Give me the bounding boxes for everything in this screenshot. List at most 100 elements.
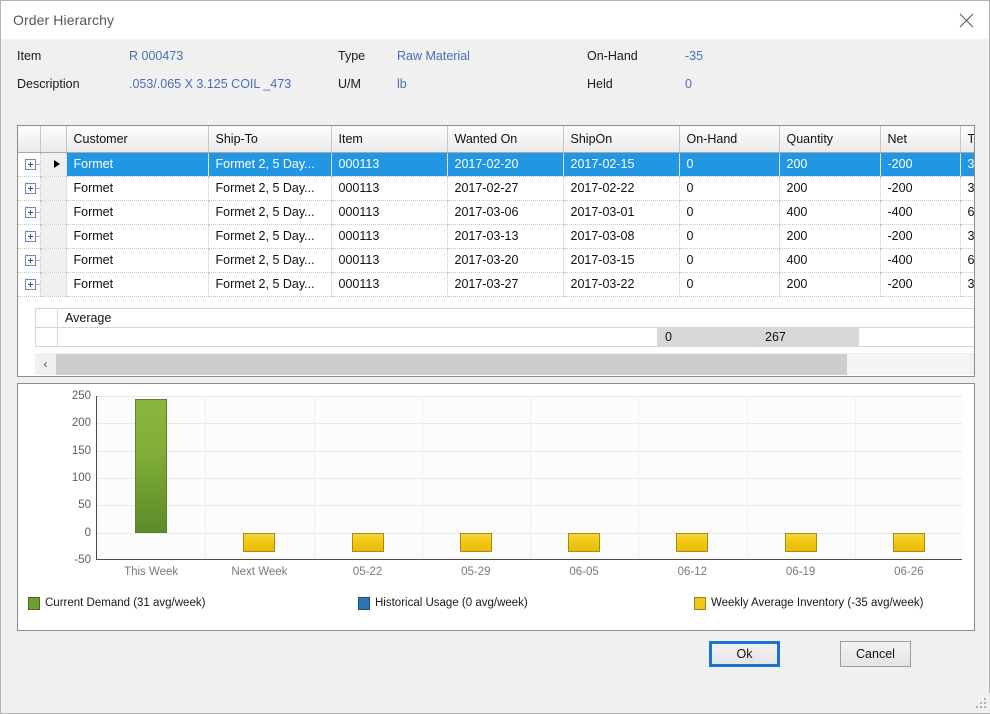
row-cell-shipon[interactable]: 2017-03-08 — [563, 224, 680, 249]
row-cell-ship-to[interactable]: Formet 2, 5 Day... — [208, 224, 332, 249]
row-cell-net[interactable]: -200 — [880, 272, 961, 297]
row-selector[interactable] — [40, 200, 67, 225]
plus-icon[interactable] — [25, 255, 36, 267]
table-row[interactable]: Formet Formet 2, 5 Day... 000113 2017-03-06… — [18, 200, 974, 225]
row-cell-customer[interactable]: Formet — [66, 200, 209, 225]
row-cell-ship-to[interactable]: Formet 2, 5 Day... — [208, 152, 332, 177]
row-cell-net[interactable]: -200 — [880, 224, 961, 249]
row-cell-shipon[interactable]: 2017-03-15 — [563, 248, 680, 273]
row-selector[interactable] — [40, 224, 67, 249]
row-cell-ship-to[interactable]: Formet 2, 5 Day... — [208, 176, 332, 201]
plus-icon[interactable] — [25, 279, 36, 291]
scroll-left-arrow-icon[interactable]: ‹ — [35, 353, 56, 375]
close-icon[interactable] — [943, 1, 989, 39]
row-cell-t[interactable]: 3 — [960, 176, 974, 201]
ok-button[interactable]: Ok — [709, 641, 780, 667]
row-cell-wanted-on[interactable]: 2017-03-13 — [447, 224, 564, 249]
row-cell-shipon[interactable]: 2017-03-22 — [563, 272, 680, 297]
row-selector[interactable] — [40, 176, 67, 201]
row-selector[interactable] — [40, 272, 67, 297]
grid-col-quantity[interactable]: Quantity — [779, 126, 881, 153]
row-cell-on-hand[interactable]: 0 — [679, 152, 780, 177]
row-cell-quantity[interactable]: 200 — [779, 152, 881, 177]
row-cell-t[interactable]: 6 — [960, 248, 974, 273]
grid-col-wanted-on[interactable]: Wanted On — [447, 126, 564, 153]
row-cell-item[interactable]: 000113 — [331, 224, 448, 249]
grid-col-shipon[interactable]: ShipOn — [563, 126, 680, 153]
row-cell-wanted-on[interactable]: 2017-02-27 — [447, 176, 564, 201]
scrollbar-track[interactable] — [56, 353, 970, 375]
row-cell-wanted-on[interactable]: 2017-02-20 — [447, 152, 564, 177]
plus-icon[interactable] — [25, 231, 36, 243]
grid-col-ship-to[interactable]: Ship-To — [208, 126, 332, 153]
plus-icon[interactable] — [25, 183, 36, 195]
row-cell-net[interactable]: -400 — [880, 200, 961, 225]
row-cell-wanted-on[interactable]: 2017-03-06 — [447, 200, 564, 225]
table-row[interactable]: Formet Formet 2, 5 Day... 000113 2017-02-27… — [18, 176, 974, 201]
row-cell-on-hand[interactable]: 0 — [679, 272, 780, 297]
row-expand-toggle[interactable] — [18, 224, 41, 249]
row-expand-toggle[interactable] — [18, 272, 41, 297]
grid-col-net[interactable]: Net — [880, 126, 961, 153]
grid-col-t[interactable]: T — [960, 126, 974, 153]
row-selector[interactable] — [40, 152, 67, 177]
scrollbar-thumb[interactable] — [56, 353, 847, 375]
scroll-right-arrow-icon[interactable]: › — [970, 353, 974, 375]
row-cell-on-hand[interactable]: 0 — [679, 224, 780, 249]
row-cell-customer[interactable]: Formet — [66, 272, 209, 297]
row-cell-ship-to[interactable]: Formet 2, 5 Day... — [208, 248, 332, 273]
row-expand-toggle[interactable] — [18, 152, 41, 177]
row-cell-quantity[interactable]: 400 — [779, 200, 881, 225]
table-row[interactable]: Formet Formet 2, 5 Day... 000113 2017-03-13… — [18, 224, 974, 249]
row-cell-shipon[interactable]: 2017-02-15 — [563, 152, 680, 177]
summary-label: Average — [56, 308, 974, 328]
row-cell-on-hand[interactable]: 0 — [679, 176, 780, 201]
row-expand-toggle[interactable] — [18, 248, 41, 273]
row-cell-net[interactable]: -200 — [880, 176, 961, 201]
row-cell-quantity[interactable]: 200 — [779, 272, 881, 297]
grid-horizontal-scrollbar[interactable]: ‹ › — [35, 353, 974, 375]
row-cell-quantity[interactable]: 400 — [779, 248, 881, 273]
row-cell-shipon[interactable]: 2017-03-01 — [563, 200, 680, 225]
row-cell-ship-to[interactable]: Formet 2, 5 Day... — [208, 200, 332, 225]
row-cell-customer[interactable]: Formet — [66, 152, 209, 177]
grid-col-customer[interactable]: Customer — [66, 126, 209, 153]
table-row[interactable]: Formet Formet 2, 5 Day... 000113 2017-03-20… — [18, 248, 974, 273]
row-cell-item[interactable]: 000113 — [331, 200, 448, 225]
grid-col-item[interactable]: Item — [331, 126, 448, 153]
row-cell-t[interactable]: 3 — [960, 272, 974, 297]
row-cell-item[interactable]: 000113 — [331, 272, 448, 297]
table-row[interactable]: Formet Formet 2, 5 Day... 000113 2017-02-20… — [18, 152, 974, 177]
row-cell-item[interactable]: 000113 — [331, 176, 448, 201]
row-expand-toggle[interactable] — [18, 176, 41, 201]
plus-icon[interactable] — [25, 159, 36, 171]
row-cell-item[interactable]: 000113 — [331, 152, 448, 177]
row-cell-wanted-on[interactable]: 2017-03-27 — [447, 272, 564, 297]
cancel-button[interactable]: Cancel — [840, 641, 911, 667]
row-cell-wanted-on[interactable]: 2017-03-20 — [447, 248, 564, 273]
row-cell-item[interactable]: 000113 — [331, 248, 448, 273]
row-cell-on-hand[interactable]: 0 — [679, 248, 780, 273]
row-cell-customer[interactable]: Formet — [66, 176, 209, 201]
row-cell-net[interactable]: -200 — [880, 152, 961, 177]
order-grid[interactable]: Customer Ship-To Item Wanted On ShipOn O… — [17, 125, 975, 377]
row-cell-shipon[interactable]: 2017-02-22 — [563, 176, 680, 201]
grid-col-on-hand[interactable]: On-Hand — [679, 126, 780, 153]
row-cell-t[interactable]: 3 — [960, 152, 974, 177]
row-cell-quantity[interactable]: 200 — [779, 224, 881, 249]
row-cell-net[interactable]: -400 — [880, 248, 961, 273]
plus-icon[interactable] — [25, 207, 36, 219]
table-row[interactable]: Formet Formet 2, 5 Day... 000113 2017-03-27… — [18, 272, 974, 297]
resize-grip[interactable] — [974, 696, 988, 710]
type-label: Type — [338, 49, 366, 63]
chart-x-tick-label: 06-19 — [785, 566, 816, 578]
row-expand-toggle[interactable] — [18, 200, 41, 225]
row-cell-customer[interactable]: Formet — [66, 224, 209, 249]
row-selector[interactable] — [40, 248, 67, 273]
row-cell-t[interactable]: 6 — [960, 200, 974, 225]
row-cell-quantity[interactable]: 200 — [779, 176, 881, 201]
row-cell-ship-to[interactable]: Formet 2, 5 Day... — [208, 272, 332, 297]
row-cell-t[interactable]: 3 — [960, 224, 974, 249]
row-cell-customer[interactable]: Formet — [66, 248, 209, 273]
row-cell-on-hand[interactable]: 0 — [679, 200, 780, 225]
